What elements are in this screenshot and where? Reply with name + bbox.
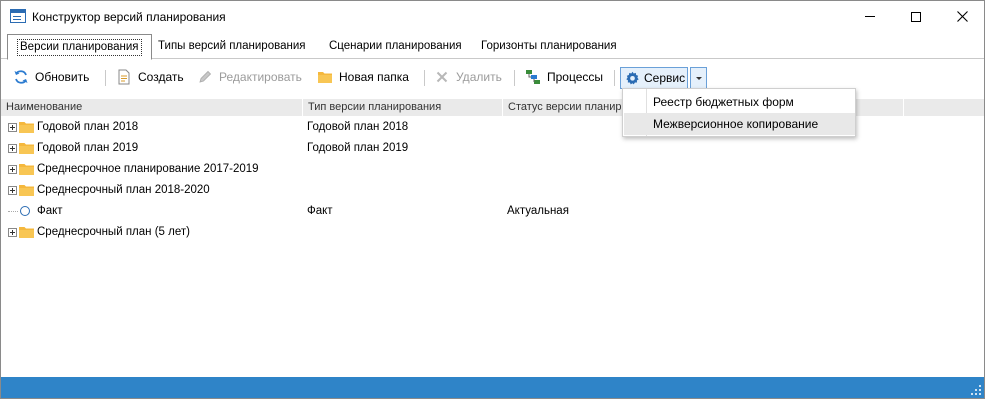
- folder-icon: [19, 164, 34, 175]
- refresh-label: Обновить: [35, 70, 90, 84]
- create-document-icon: [116, 69, 132, 85]
- tab-version-types[interactable]: Типы версий планирования: [148, 34, 315, 59]
- cell-name: Среднесрочный план 2018-2020: [37, 184, 210, 196]
- new-folder-label: Новая папка: [339, 70, 409, 84]
- main-window: Конструктор версий планирования Версии п…: [0, 0, 985, 399]
- new-folder-button[interactable]: Новая папка: [317, 63, 409, 91]
- table-row[interactable]: Среднесрочный план 2018-2020: [1, 180, 984, 201]
- window-title: Конструктор версий планирования: [32, 10, 226, 24]
- delete-label: Удалить: [456, 70, 502, 84]
- cell-name: Годовой план 2019: [37, 142, 139, 154]
- chevron-down-icon: [695, 76, 702, 80]
- column-header-name[interactable]: Наименование: [1, 99, 301, 116]
- cell-name: Среднесрочный план (5 лет): [37, 226, 190, 238]
- processes-button[interactable]: Процессы: [525, 63, 603, 91]
- table-row[interactable]: Факт Факт Актуальная: [1, 201, 984, 222]
- create-label: Создать: [138, 70, 184, 84]
- gear-icon: [625, 71, 640, 86]
- table-row[interactable]: Среднесрочное планирование 2017-2019: [1, 159, 984, 180]
- expand-plus-icon[interactable]: [8, 165, 17, 174]
- table-row[interactable]: Среднесрочный план (5 лет): [1, 222, 984, 243]
- expand-plus-icon[interactable]: [8, 228, 17, 237]
- cell-name: Среднесрочное планирование 2017-2019: [37, 163, 259, 175]
- maximize-icon: [911, 11, 921, 22]
- tab-horizons[interactable]: Горизонты планирования: [471, 34, 627, 59]
- toolbar-separator: [514, 70, 515, 86]
- menu-item-budget-forms-registry[interactable]: Реестр бюджетных форм: [624, 91, 855, 113]
- maximize-button[interactable]: [893, 1, 939, 32]
- service-button[interactable]: Сервис: [620, 67, 688, 89]
- folder-icon: [19, 143, 34, 154]
- service-label: Сервис: [644, 71, 686, 85]
- processes-label: Процессы: [547, 70, 604, 84]
- folder-icon: [19, 185, 34, 196]
- toolbar: Обновить Создать Редактировать Новая пап…: [1, 63, 984, 91]
- title-bar: Конструктор версий планирования: [1, 1, 984, 32]
- delete-button[interactable]: Удалить: [434, 63, 502, 91]
- menu-item-cross-version-copy[interactable]: Межверсионное копирование: [624, 113, 855, 135]
- expand-plus-icon[interactable]: [8, 144, 17, 153]
- cell-type: Годовой план 2018: [307, 121, 409, 133]
- column-divider[interactable]: [903, 99, 904, 116]
- processes-icon: [525, 69, 541, 85]
- folder-icon: [19, 227, 34, 238]
- expand-plus-icon[interactable]: [8, 123, 17, 132]
- folder-icon: [19, 122, 34, 133]
- close-button[interactable]: [939, 1, 985, 32]
- cell-name: Годовой план 2018: [37, 121, 139, 133]
- cell-name: Факт: [37, 205, 63, 217]
- close-icon: [956, 11, 968, 22]
- cell-type: Факт: [307, 205, 333, 217]
- delete-x-icon: [434, 69, 450, 85]
- pencil-icon: [197, 69, 213, 85]
- folder-icon: [317, 69, 333, 85]
- edit-button[interactable]: Редактировать: [197, 63, 302, 91]
- minimize-button[interactable]: [847, 1, 893, 32]
- create-button[interactable]: Создать: [116, 63, 184, 91]
- toolbar-separator: [105, 70, 106, 86]
- app-window-icon: [10, 9, 26, 23]
- tab-planning-versions[interactable]: Версии планирования: [7, 34, 152, 60]
- toolbar-separator: [424, 70, 425, 86]
- resize-grip-icon[interactable]: [971, 385, 981, 395]
- edit-label: Редактировать: [219, 70, 302, 84]
- minimize-icon: [865, 16, 875, 17]
- tab-label: Версии планирования: [17, 39, 142, 56]
- service-dropdown-toggle[interactable]: [690, 67, 707, 89]
- refresh-icon: [13, 69, 29, 85]
- cell-type: Годовой план 2019: [307, 142, 409, 154]
- tab-scenarios[interactable]: Сценарии планирования: [319, 34, 472, 59]
- service-dropdown-menu: Реестр бюджетных форм Межверсионное копи…: [622, 88, 856, 137]
- refresh-button[interactable]: Обновить: [13, 63, 89, 91]
- column-header-type[interactable]: Тип версии планирования: [303, 99, 501, 116]
- column-header-status[interactable]: Статус версии планир: [503, 99, 621, 116]
- tab-strip: Версии планирования Типы версий планиров…: [1, 34, 984, 60]
- tree-line: [8, 211, 18, 212]
- status-bar: [1, 377, 984, 398]
- table-row[interactable]: Годовой план 2019 Годовой план 2019: [1, 138, 984, 159]
- version-circle-icon: [20, 206, 30, 216]
- cell-status: Актуальная: [507, 205, 569, 217]
- expand-plus-icon[interactable]: [8, 186, 17, 195]
- toolbar-separator: [614, 70, 615, 86]
